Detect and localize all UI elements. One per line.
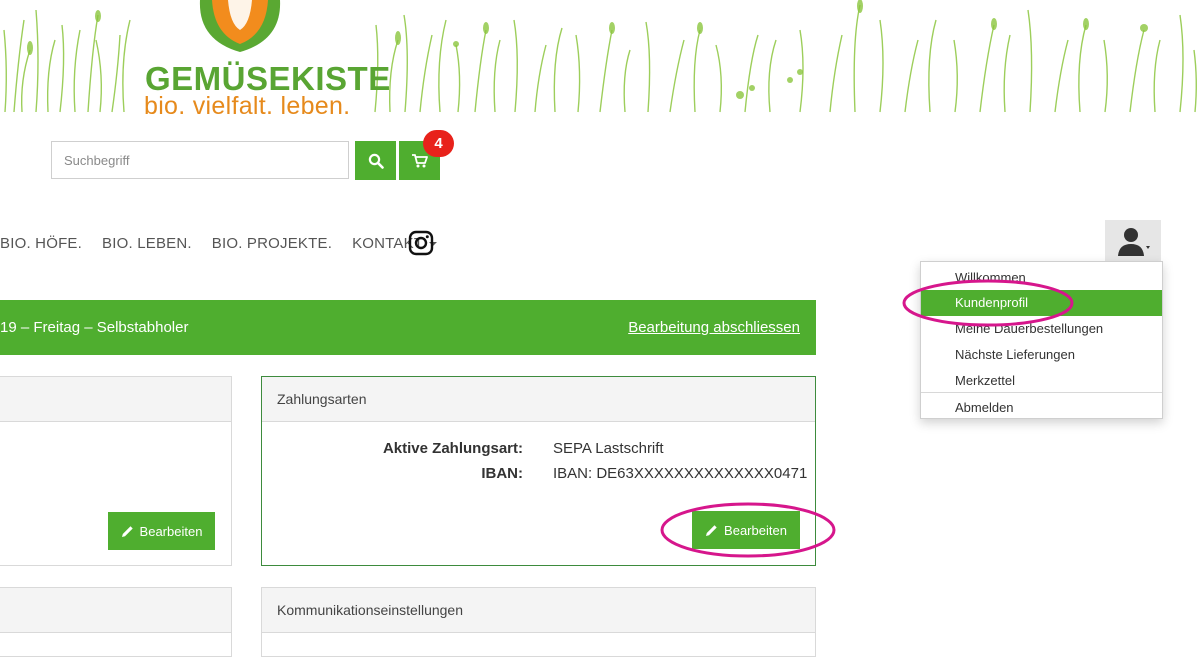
delivery-date-text: 19 – Freitag – Selbstabholer — [0, 319, 189, 336]
search-input[interactable] — [51, 141, 349, 179]
finish-editing-link[interactable]: Bearbeitung abschliessen — [628, 300, 800, 355]
menu-item-abmelden[interactable]: Abmelden — [921, 395, 1162, 421]
highlight-ellipse-kundenprofil — [902, 279, 1074, 327]
left-lower-panel — [0, 587, 232, 657]
active-payment-label: Aktive Zahlungsart: — [382, 440, 523, 457]
active-payment-value: SEPA Lastschrift — [553, 440, 664, 457]
cart-icon — [411, 153, 428, 167]
left-edit-label: Bearbeiten — [139, 523, 203, 539]
left-lower-panel-header — [0, 588, 231, 633]
user-icon — [1118, 228, 1150, 256]
iban-value: IBAN: DE63XXXXXXXXXXXXXX0471 — [553, 465, 808, 482]
nav-item-projekte[interactable]: BIO. PROJEKTE. — [212, 235, 332, 252]
left-panel-header — [0, 377, 231, 422]
main-nav: BIO. HÖFE. BIO. LEBEN. BIO. PROJEKTE. KO… — [0, 232, 457, 254]
communication-panel: Kommunikationseinstellungen — [261, 587, 816, 657]
user-menu-button[interactable] — [1105, 220, 1161, 262]
left-panel: Bearbeiten — [0, 376, 232, 566]
payment-panel-title: Zahlungsarten — [262, 377, 815, 422]
search-button[interactable] — [355, 141, 396, 180]
delivery-bar: 19 – Freitag – Selbstabholer Bearbeitung… — [0, 300, 816, 355]
menu-item-merkzettel[interactable]: Merkzettel — [921, 368, 1162, 394]
nav-item-leben[interactable]: BIO. LEBEN. — [102, 235, 192, 252]
menu-divider — [921, 392, 1162, 393]
search-icon — [368, 153, 384, 169]
nav-item-hoefe[interactable]: BIO. HÖFE. — [0, 235, 82, 252]
iban-label: IBAN: — [481, 465, 523, 482]
highlight-ellipse-bearbeiten — [660, 502, 836, 558]
left-edit-button[interactable]: Bearbeiten — [108, 512, 215, 550]
pencil-icon — [121, 525, 133, 537]
menu-item-naechste-lieferungen[interactable]: Nächste Lieferungen — [921, 342, 1162, 368]
instagram-icon[interactable] — [408, 230, 434, 256]
communication-panel-title: Kommunikationseinstellungen — [262, 588, 815, 633]
brand-tagline: bio. vielfalt. leben. — [144, 92, 351, 120]
cart-count-badge: 4 — [423, 130, 454, 157]
